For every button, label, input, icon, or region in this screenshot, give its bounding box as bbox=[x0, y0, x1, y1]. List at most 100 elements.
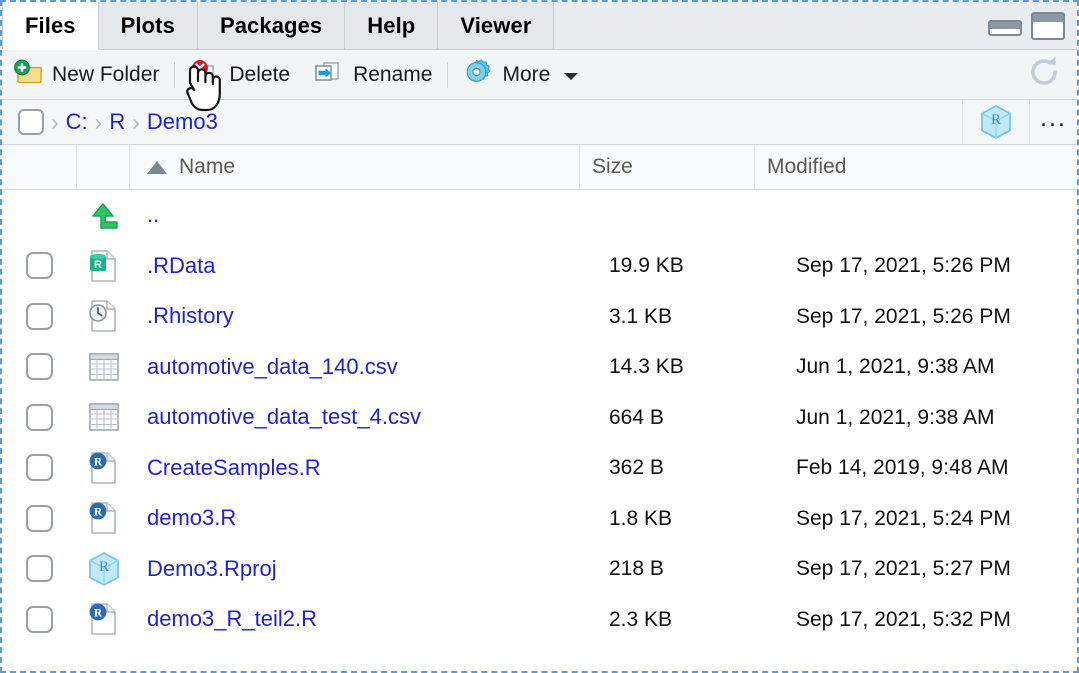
refresh-button[interactable] bbox=[1025, 53, 1077, 96]
tab-plots[interactable]: Plots bbox=[98, 2, 198, 49]
file-select-cell bbox=[2, 353, 77, 381]
file-name-link[interactable]: .Rhistory bbox=[147, 305, 234, 327]
file-name-link[interactable]: .. bbox=[147, 204, 159, 226]
file-name-link[interactable]: CreateSamples.R bbox=[147, 456, 321, 479]
maximize-pane-button[interactable] bbox=[1031, 11, 1065, 41]
refresh-icon bbox=[1025, 53, 1063, 96]
file-icon-cell bbox=[77, 400, 130, 434]
file-size-cell: 218 B bbox=[597, 558, 784, 579]
svg-text:R: R bbox=[991, 112, 1001, 128]
rename-label: Rename bbox=[353, 63, 433, 86]
tab-packages[interactable]: Packages bbox=[197, 2, 346, 49]
file-size-cell: 1.8 KB bbox=[597, 508, 784, 529]
file-icon-cell bbox=[77, 198, 130, 232]
rscript-file-icon: R bbox=[87, 500, 120, 536]
file-row[interactable]: .Rhistory 3.1 KB Sep 17, 2021, 5:26 PM bbox=[2, 291, 1077, 342]
file-icon-cell: R bbox=[77, 450, 130, 486]
sort-ascending-icon bbox=[147, 160, 167, 174]
csv-file-icon bbox=[87, 400, 121, 434]
column-header-size[interactable]: Size bbox=[580, 145, 755, 189]
file-row[interactable]: automotive_data_140.csv 14.3 KB Jun 1, 202… bbox=[2, 342, 1077, 393]
rscript-file-icon: R bbox=[87, 450, 120, 486]
file-row[interactable]: Rdemo3.R 1.8 KB Sep 17, 2021, 5:24 PM bbox=[2, 493, 1077, 544]
tab-label: Plots bbox=[120, 12, 175, 38]
file-modified-cell: Sep 17, 2021, 5:24 PM bbox=[784, 508, 1077, 529]
file-select-checkbox[interactable] bbox=[26, 504, 53, 532]
column-header-select[interactable] bbox=[2, 145, 77, 189]
breadcrumb-overflow-button[interactable]: ... bbox=[1029, 100, 1077, 144]
file-select-checkbox[interactable] bbox=[26, 454, 53, 482]
file-modified-value: Sep 17, 2021, 5:24 PM bbox=[796, 506, 1011, 530]
svg-text:R: R bbox=[94, 507, 103, 519]
home-drive-icon[interactable] bbox=[18, 109, 44, 135]
file-row[interactable]: Rdemo3_R_teil2.R 2.3 KB Sep 17, 2021, 5:32… bbox=[2, 594, 1077, 645]
file-select-checkbox[interactable] bbox=[26, 555, 53, 583]
file-modified-cell: Sep 17, 2021, 5:27 PM bbox=[784, 558, 1077, 579]
file-modified-cell: Sep 17, 2021, 5:26 PM bbox=[784, 255, 1077, 276]
file-icon-cell: R bbox=[77, 248, 130, 284]
file-size-cell: 19.9 KB bbox=[597, 255, 784, 276]
file-name-link[interactable]: demo3.R bbox=[147, 507, 236, 529]
file-select-checkbox[interactable] bbox=[26, 403, 53, 431]
gear-icon bbox=[463, 58, 493, 92]
column-header-modified[interactable]: Modified bbox=[755, 145, 1077, 189]
file-select-cell bbox=[2, 555, 77, 583]
tab-label: Viewer bbox=[460, 12, 532, 38]
tab-help[interactable]: Help bbox=[345, 2, 439, 49]
file-row[interactable]: .. bbox=[2, 190, 1077, 241]
file-select-cell bbox=[2, 302, 77, 330]
column-header-name-label: Name bbox=[179, 155, 236, 178]
more-menu-button[interactable]: More bbox=[452, 50, 590, 99]
file-select-checkbox[interactable] bbox=[26, 252, 53, 280]
file-size-value: 2.3 KB bbox=[609, 607, 673, 631]
tab-files[interactable]: Files bbox=[2, 2, 99, 50]
file-modified-cell: Sep 17, 2021, 5:26 PM bbox=[784, 306, 1077, 327]
file-size-value: 1.8 KB bbox=[609, 506, 673, 530]
new-folder-button[interactable]: New Folder bbox=[2, 50, 170, 99]
column-header-name[interactable]: Name bbox=[130, 145, 580, 189]
toolbar-separator bbox=[174, 61, 176, 88]
rhistory-file-icon bbox=[87, 298, 120, 334]
rproject-cube-icon[interactable]: R bbox=[962, 100, 1029, 144]
file-name-link[interactable]: Demo3.Rproj bbox=[147, 557, 277, 580]
file-name-link[interactable]: automotive_data_140.csv bbox=[147, 355, 398, 378]
tab-bar: Files Plots Packages Help Viewer bbox=[2, 2, 1077, 50]
file-name-link[interactable]: .RData bbox=[147, 254, 215, 277]
file-select-checkbox[interactable] bbox=[26, 353, 53, 381]
file-name-cell: .. bbox=[130, 204, 597, 226]
rdata-file-icon: R bbox=[87, 248, 120, 284]
breadcrumb-bar: › C: › R › Demo3 R ... bbox=[2, 100, 1077, 145]
rename-icon bbox=[312, 59, 344, 91]
file-row[interactable]: R .RData 19.9 KB Sep 17, 2021, 5:26 PM bbox=[2, 241, 1077, 292]
file-name-link[interactable]: automotive_data_test_4.csv bbox=[147, 406, 421, 428]
file-list[interactable]: .. R .RData 19.9 KB Sep 17, 2021, 5:26 PM .Rh… bbox=[2, 190, 1077, 671]
rename-button[interactable]: Rename bbox=[301, 50, 443, 99]
file-row[interactable]: R CreateSamples.R 362 B Feb 14, 2019, 9:48 … bbox=[2, 443, 1077, 494]
file-select-checkbox[interactable] bbox=[26, 302, 53, 330]
column-header-size-label: Size bbox=[592, 155, 633, 178]
delete-button[interactable]: Delete bbox=[179, 50, 301, 99]
breadcrumb-item-c[interactable]: C: bbox=[66, 111, 88, 133]
breadcrumb-item-r[interactable]: R bbox=[109, 111, 125, 133]
file-icon-cell: R bbox=[77, 601, 130, 637]
file-size-value: 3.1 KB bbox=[609, 304, 673, 328]
up-arrow-icon bbox=[87, 198, 121, 232]
file-select-checkbox[interactable] bbox=[26, 605, 53, 633]
file-name-cell: Demo3.Rproj bbox=[130, 557, 597, 580]
tab-viewer[interactable]: Viewer bbox=[438, 2, 555, 49]
file-row[interactable]: R Demo3.Rproj 218 B Sep 17, 2021, 5:27 PM bbox=[2, 544, 1077, 595]
file-size-cell: 3.1 KB bbox=[597, 306, 784, 327]
file-modified-value: Sep 17, 2021, 5:26 PM bbox=[796, 304, 1011, 328]
file-icon-cell: R bbox=[77, 500, 130, 536]
column-header-row: Name Size Modified bbox=[2, 145, 1077, 190]
file-row[interactable]: automotive_data_test_4.csv 664 B Jun 1, 20… bbox=[2, 392, 1077, 443]
file-name-link[interactable]: demo3_R_teil2.R bbox=[147, 608, 317, 630]
tab-label: Help bbox=[367, 12, 416, 38]
file-modified-cell: Jun 1, 2021, 9:38 AM bbox=[784, 407, 1077, 428]
file-size-cell: 14.3 KB bbox=[597, 356, 784, 377]
minimize-pane-button[interactable] bbox=[988, 15, 1022, 37]
csv-file-icon bbox=[87, 350, 121, 384]
tab-bar-spacer bbox=[554, 2, 988, 49]
breadcrumb-item-demo3[interactable]: Demo3 bbox=[147, 111, 218, 133]
rproject-cube-icon: R bbox=[87, 551, 121, 587]
